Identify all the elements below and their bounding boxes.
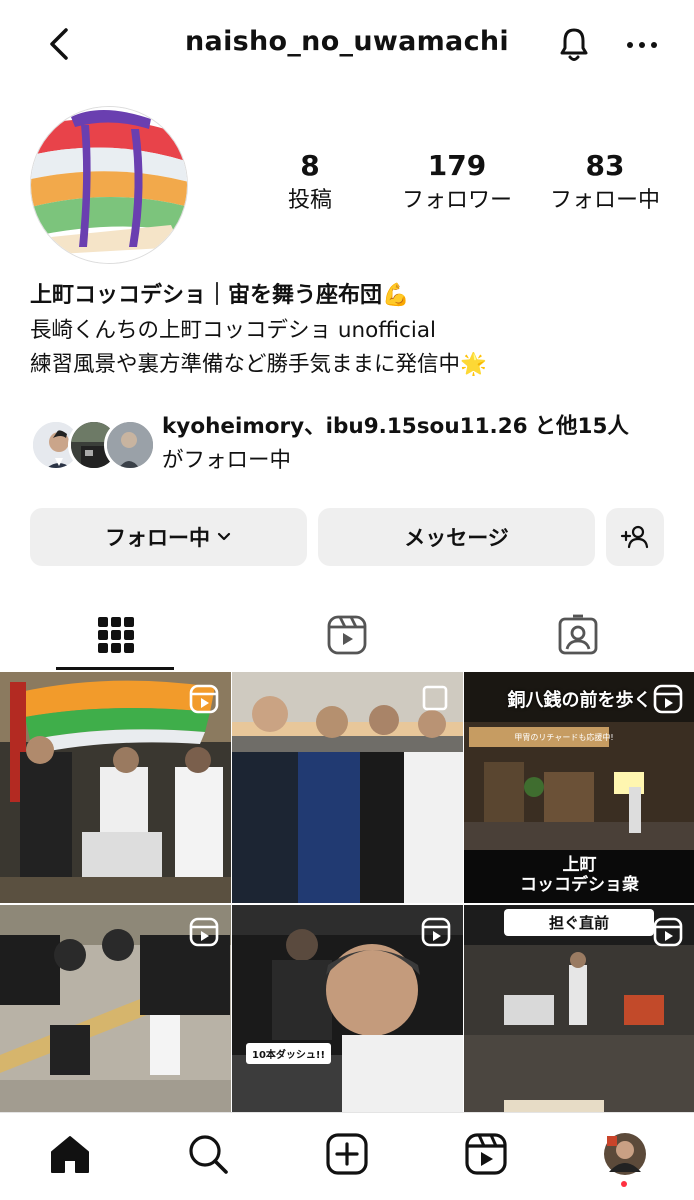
follower-rest: と他15人 bbox=[534, 414, 629, 439]
create-icon bbox=[326, 1133, 368, 1175]
message-button-label: メッセージ bbox=[404, 526, 509, 550]
post-thumbnail[interactable]: 担ぐ直前 bbox=[464, 905, 694, 1136]
active-tab-indicator bbox=[56, 667, 174, 670]
posts-label: 投稿 bbox=[287, 188, 332, 213]
reel-badge-icon bbox=[421, 917, 451, 947]
reel-badge-icon bbox=[653, 917, 683, 947]
reels-icon bbox=[465, 1133, 507, 1175]
followed-by-text: kyoheimory、ibu9.15sou11.26 と他15人 がフォロー中 bbox=[162, 410, 672, 478]
nav-profile[interactable] bbox=[600, 1129, 650, 1187]
reels-icon bbox=[327, 615, 366, 655]
bell-icon[interactable] bbox=[552, 22, 596, 66]
nav-create[interactable] bbox=[322, 1129, 372, 1179]
tagged-icon bbox=[558, 614, 597, 655]
chevron-down-icon bbox=[217, 532, 231, 541]
bottom-nav bbox=[0, 1112, 694, 1200]
post-thumbnail[interactable] bbox=[0, 672, 231, 903]
tab-grid[interactable] bbox=[0, 600, 231, 670]
post-overlay-sign: 甲冑のリチャードも応援中! bbox=[514, 733, 614, 742]
following-label: フォロー中 bbox=[549, 188, 660, 213]
nav-search[interactable] bbox=[183, 1129, 233, 1179]
followers-value: 179 bbox=[427, 149, 487, 182]
search-icon bbox=[189, 1135, 228, 1174]
more-icon[interactable] bbox=[622, 30, 662, 60]
posts-value: 8 bbox=[300, 149, 320, 182]
profile-avatar bbox=[604, 1133, 646, 1175]
following-value: 83 bbox=[585, 149, 625, 182]
post-overlay-text: 10本ダッシュ!! bbox=[246, 1043, 332, 1064]
post-thumbnail[interactable]: 銅八銭の前を歩く 甲冑のリチャードも応援中! 上町 コッコデショ衆 bbox=[464, 672, 694, 903]
add-person-button[interactable] bbox=[606, 508, 664, 566]
follower-avatar bbox=[104, 419, 156, 471]
grid-icon bbox=[97, 617, 134, 653]
home-icon bbox=[51, 1136, 89, 1173]
nav-reels[interactable] bbox=[461, 1129, 511, 1179]
reel-badge-icon bbox=[653, 684, 683, 714]
notification-dot bbox=[621, 1181, 627, 1187]
add-person-icon bbox=[620, 525, 649, 549]
reel-badge-icon bbox=[189, 684, 219, 714]
reel-badge-icon bbox=[189, 917, 219, 947]
bio-line: 練習風景や裏方準備など勝手気ままに発信中🌟 bbox=[30, 352, 487, 377]
tab-reels[interactable] bbox=[231, 600, 462, 670]
followers-count[interactable]: 179 フォロワー bbox=[387, 150, 527, 220]
profile-bio: 長崎くんちの上町コッコデショ unofficial 練習風景や裏方準備など勝手気… bbox=[30, 314, 487, 382]
message-button[interactable]: メッセージ bbox=[318, 508, 595, 566]
bio-line: 長崎くんちの上町コッコデショ unofficial bbox=[30, 318, 436, 343]
carousel-badge-icon bbox=[422, 685, 448, 711]
top-bar: naisho_no_uwamachi bbox=[0, 0, 694, 90]
tab-tagged[interactable] bbox=[462, 600, 693, 670]
followed-by[interactable]: kyoheimory、ibu9.15sou11.26 と他15人 がフォロー中 bbox=[30, 412, 670, 473]
following-button[interactable]: フォロー中 bbox=[30, 508, 307, 566]
posts-grid: 銅八銭の前を歩く 甲冑のリチャードも応援中! 上町 コッコデショ衆 10本ダッシ… bbox=[0, 672, 694, 1112]
following-count[interactable]: 83 フォロー中 bbox=[535, 150, 675, 220]
post-thumbnail[interactable]: 10本ダッシュ!! bbox=[232, 905, 463, 1136]
following-button-label: フォロー中 bbox=[105, 526, 210, 550]
profile-avatar[interactable] bbox=[30, 106, 188, 264]
followers-label: フォロワー bbox=[401, 188, 512, 213]
posts-count[interactable]: 8 投稿 bbox=[240, 150, 380, 220]
post-overlay-caption: 上町 コッコデショ衆 bbox=[520, 855, 639, 895]
followed-suffix: がフォロー中 bbox=[162, 448, 292, 473]
profile-name: 上町コッコデショ｜宙を舞う座布団💪 bbox=[30, 283, 410, 308]
post-thumbnail[interactable] bbox=[0, 905, 231, 1136]
post-overlay-text: 担ぐ直前 bbox=[504, 909, 654, 936]
follower-names: kyoheimory、ibu9.15sou11.26 bbox=[162, 414, 528, 439]
nav-home[interactable] bbox=[45, 1129, 95, 1179]
post-thumbnail[interactable] bbox=[232, 672, 463, 903]
